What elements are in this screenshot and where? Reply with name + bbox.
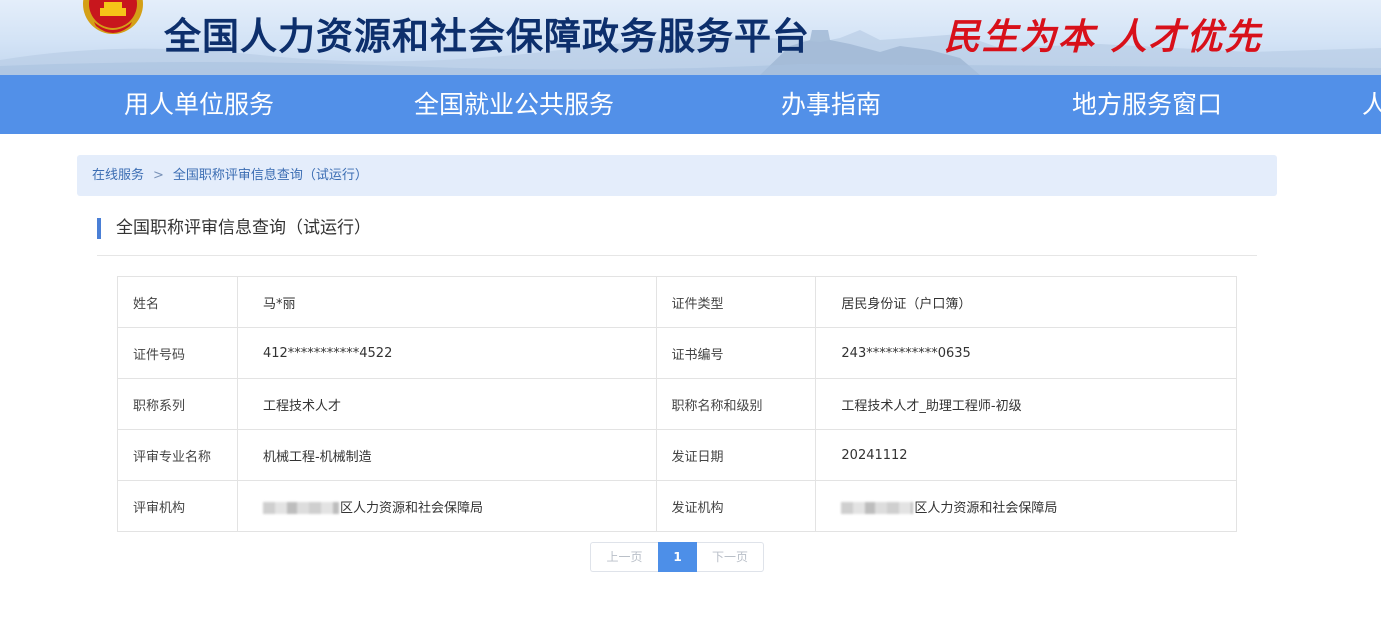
section-divider [97,255,1257,256]
issue-org-value: 区人力资源和社会保障局 [914,500,1058,516]
breadcrumb: 在线服务 > 全国职称评审信息查询（试运行） [77,155,1277,196]
nav-item-service-guide[interactable]: 办事指南 [781,75,881,134]
cert-number-label: 证书编号 [655,327,817,379]
pagination: 上一页 1 下一页 [590,542,764,572]
title-series-label: 职称系列 [117,378,238,430]
header-banner: 全国人力资源和社会保障政务服务平台 民生为本 人才优先 [0,0,1381,75]
name-value: 马*丽 [236,276,657,328]
table-row: 评审专业名称 机械工程-机械制造 发证日期 20241112 [117,429,1237,481]
table-row: 证件号码 412***********4522 证书编号 243********… [117,327,1237,379]
id-type-value: 居民身份证（户口簿） [815,276,1237,328]
main-nav: 用人单位服务 全国就业公共服务 办事指南 地方服务窗口 人 [0,75,1381,134]
id-number-value: 412***********4522 [236,327,657,379]
title-level-label: 职称名称和级别 [655,378,817,430]
issue-date-value: 20241112 [815,429,1237,481]
prev-page-button[interactable]: 上一页 [590,542,658,572]
issue-date-label: 发证日期 [655,429,817,481]
table-row: 姓名 马*丽 证件类型 居民身份证（户口簿） [117,276,1237,328]
issue-org-cell: 区人力资源和社会保障局 [815,480,1237,532]
site-title: 全国人力资源和社会保障政务服务平台 [164,15,810,58]
breadcrumb-online-services[interactable]: 在线服务 [92,168,144,183]
slogan: 民生为本 人才优先 [944,16,1263,58]
review-major-value: 机械工程-机械制造 [236,429,657,481]
current-page-button[interactable]: 1 [658,542,697,572]
name-label: 姓名 [117,276,238,328]
review-org-label: 评审机构 [117,480,238,532]
review-major-label: 评审专业名称 [117,429,238,481]
redacted-blur [841,502,914,514]
nav-item-truncated[interactable]: 人 [1362,75,1381,134]
nav-item-employer-services[interactable]: 用人单位服务 [124,75,274,134]
redacted-blur [262,502,339,514]
section-title: 全国职称评审信息查询（试运行） [97,218,371,239]
cert-number-value: 243***********0635 [815,327,1237,379]
title-level-value: 工程技术人才_助理工程师-初级 [815,378,1237,430]
title-series-value: 工程技术人才 [236,378,657,430]
nav-item-national-employment[interactable]: 全国就业公共服务 [414,75,614,134]
nav-item-local-windows[interactable]: 地方服务窗口 [1072,75,1222,134]
national-emblem-icon [83,0,143,34]
table-row: 职称系列 工程技术人才 职称名称和级别 工程技术人才_助理工程师-初级 [117,378,1237,430]
table-row: 评审机构 区人力资源和社会保障局 发证机构 区人力资源和社会保障局 [117,480,1237,532]
issue-org-label: 发证机构 [655,480,817,532]
breadcrumb-current-page[interactable]: 全国职称评审信息查询（试运行） [173,168,368,183]
next-page-button[interactable]: 下一页 [697,542,764,572]
id-number-label: 证件号码 [117,327,238,379]
id-type-label: 证件类型 [655,276,817,328]
review-org-cell: 区人力资源和社会保障局 [236,480,657,532]
breadcrumb-separator: > [153,168,164,183]
review-org-value: 区人力资源和社会保障局 [339,500,483,516]
title-info-table: 姓名 马*丽 证件类型 居民身份证（户口簿） 证件号码 412*********… [117,276,1237,532]
